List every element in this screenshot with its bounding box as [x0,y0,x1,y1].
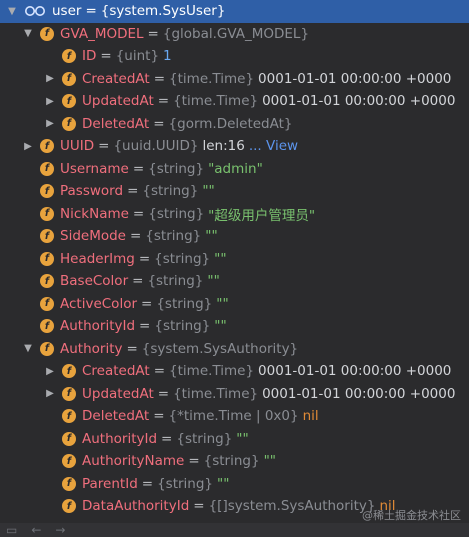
field-icon: f [62,49,76,64]
field-value: "" [207,273,220,290]
field-icon: f [62,431,76,446]
field-icon: f [62,94,76,109]
tree-row-uuid[interactable]: ▶ f UUID = {uuid.UUID} len:16 ... View [0,135,469,158]
field-icon: f [40,251,54,266]
field-value: "admin" [208,160,263,177]
debugger-toolbar: ▭ ← → [0,523,469,537]
chevron-right-icon[interactable]: ▶ [22,140,34,152]
field-value: 1 [163,48,172,65]
field-icon: f [40,296,54,311]
tree-row-authority-updatedat[interactable]: ▶ f UpdatedAt = {time.Time} 0001-01-01 0… [0,383,469,406]
tree-row-authority-deletedat[interactable]: ▶ f DeletedAt = {*time.Time | 0x0} nil [0,405,469,428]
tree-row-password[interactable]: ▶ f Password = {string} "" [0,180,469,203]
field-value: "" [202,183,215,200]
tree-row-nickname[interactable]: ▶ f NickName = {string} "超级用户管理员" [0,203,469,226]
back-arrow-icon[interactable]: ← [31,523,41,537]
field-icon: f [62,364,76,379]
field-value: "" [205,228,218,245]
field-icon: f [62,71,76,86]
tree-row-activecolor[interactable]: ▶ f ActiveColor = {string} "" [0,293,469,316]
watermark: @稀土掘金技术社区 [362,509,461,522]
field-value: 0001-01-01 00:00:00 +0000 [262,385,456,402]
field-icon: f [62,116,76,131]
field-icon: f [62,499,76,514]
field-icon: f [40,274,54,289]
field-icon: f [62,409,76,424]
field-value: "" [236,430,249,447]
field-icon: f [40,319,54,334]
field-value: "" [263,453,276,470]
tree-row-authorityid[interactable]: ▶ f AuthorityId = {string} "" [0,315,469,338]
chevron-right-icon[interactable]: ▶ [44,73,56,85]
tree-row-sidemode[interactable]: ▶ f SideMode = {string} "" [0,225,469,248]
field-icon: f [40,341,54,356]
tree-row-headerimg[interactable]: ▶ f HeaderImg = {string} "" [0,248,469,271]
field-value: len:16 [202,138,245,155]
tree-row-authority[interactable]: ▼ f Authority = {system.SysAuthority} [0,338,469,361]
tree-row-id[interactable]: ▶ f ID = {uint} 1 [0,45,469,68]
chevron-right-icon[interactable]: ▶ [44,365,56,377]
tree-row-updatedat[interactable]: ▶ f UpdatedAt = {time.Time} 0001-01-01 0… [0,90,469,113]
field-value: "" [214,318,227,335]
field-value: 0001-01-01 00:00:00 +0000 [258,363,452,380]
field-value: "超级用户管理员" [208,207,316,224]
field-value: "" [217,475,230,492]
chevron-down-icon[interactable]: ▼ [6,5,18,17]
glasses-icon [25,6,45,17]
tree-row-basecolor[interactable]: ▶ f BaseColor = {string} "" [0,270,469,293]
field-type: {system.SysUser} [100,3,226,20]
field-icon: f [40,229,54,244]
chevron-down-icon[interactable]: ▼ [22,343,34,355]
field-value: 0001-01-01 00:00:00 +0000 [262,93,456,110]
field-icon: f [40,184,54,199]
field-icon: f [62,476,76,491]
tree-row-gva-model[interactable]: ▼ f GVA_MODEL = {global.GVA_MODEL} [0,23,469,46]
tree-row-user[interactable]: ▼ user = {system.SysUser} [0,0,469,23]
tree-row-parentid[interactable]: ▶ f ParentId = {string} "" [0,473,469,496]
tree-row-username[interactable]: ▶ f Username = {string} "admin" [0,158,469,181]
tree-row-authorityname[interactable]: ▶ f AuthorityName = {string} "" [0,450,469,473]
tree-row-createdat[interactable]: ▶ f CreatedAt = {time.Time} 0001-01-01 0… [0,68,469,91]
tree-row-authority-createdat[interactable]: ▶ f CreatedAt = {time.Time} 0001-01-01 0… [0,360,469,383]
field-icon: f [40,139,54,154]
chevron-right-icon[interactable]: ▶ [44,95,56,107]
field-icon: f [62,454,76,469]
chevron-right-icon[interactable]: ▶ [44,388,56,400]
field-value: "" [216,295,229,312]
tree-row-authority-authorityid[interactable]: ▶ f AuthorityId = {string} "" [0,428,469,451]
field-name: user [52,3,82,20]
field-icon: f [40,161,54,176]
chevron-down-icon[interactable]: ▼ [22,28,34,40]
view-link[interactable]: ... View [249,138,298,154]
field-icon: f [62,386,76,401]
watch-icon[interactable]: ▭ [6,523,17,537]
tree-row-deletedat[interactable]: ▶ f DeletedAt = {gorm.DeletedAt} [0,113,469,136]
field-value: nil [302,408,319,425]
field-icon: f [40,206,54,221]
forward-arrow-icon[interactable]: → [55,523,65,537]
chevron-right-icon[interactable]: ▶ [44,118,56,130]
field-value: 0001-01-01 00:00:00 +0000 [258,70,452,87]
field-value: "" [214,250,227,267]
field-icon: f [40,26,54,41]
